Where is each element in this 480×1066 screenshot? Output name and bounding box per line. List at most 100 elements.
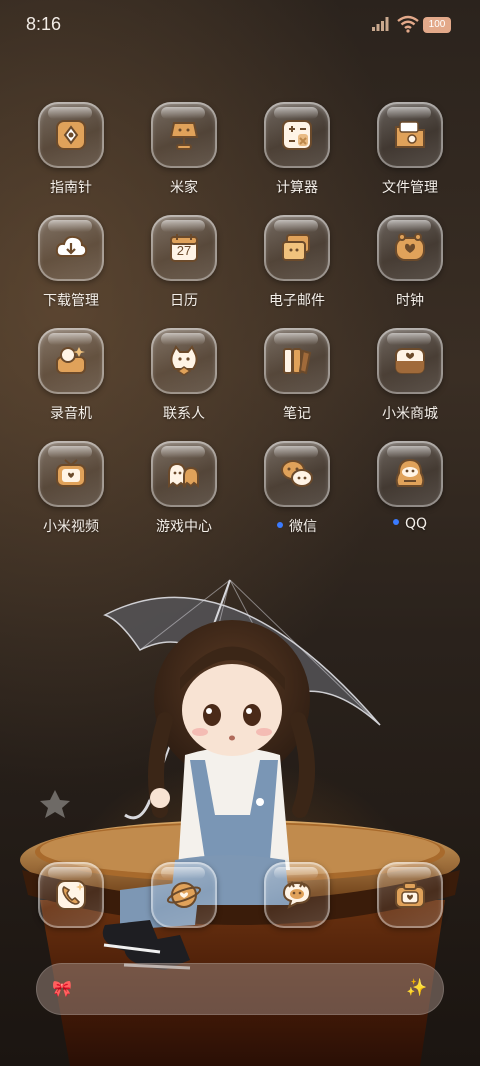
notification-dot xyxy=(277,522,283,528)
app-label: 米家 xyxy=(129,177,239,197)
app-label: 小米商城 xyxy=(355,403,465,423)
app-icon-bubble[interactable] xyxy=(377,328,443,394)
calculator-icon xyxy=(282,120,312,150)
app-label-text: 小米商城 xyxy=(382,406,438,422)
app-qq-penguin[interactable]: QQ xyxy=(355,441,465,541)
app-wechat[interactable]: 微信 xyxy=(242,441,352,541)
recorder-icon xyxy=(56,347,86,374)
app-icon-bubble[interactable] xyxy=(377,441,443,507)
app-label: 小米视频 xyxy=(16,516,126,536)
app-icon-bubble[interactable]: 27 xyxy=(151,215,217,281)
dock-phone-app[interactable] xyxy=(38,862,104,928)
app-label: 下载管理 xyxy=(16,290,126,310)
status-bar: 8:16 100 xyxy=(0,0,480,52)
app-folder[interactable]: 文件管理 xyxy=(355,102,465,202)
app-icon-bubble[interactable] xyxy=(151,441,217,507)
app-label: 笔记 xyxy=(242,403,352,423)
app-label: QQ xyxy=(355,516,465,532)
battery-indicator: 100 xyxy=(423,17,451,33)
app-label: 电子邮件 xyxy=(242,290,352,310)
app-label-text: 文件管理 xyxy=(382,180,438,196)
app-icon-bubble[interactable] xyxy=(377,215,443,281)
app-clock[interactable]: 时钟 xyxy=(355,215,465,315)
app-icon-bubble[interactable] xyxy=(264,102,330,168)
app-icon-bubble[interactable] xyxy=(151,328,217,394)
messages-icon xyxy=(282,881,312,909)
ghost-icon xyxy=(168,462,199,489)
app-icon-bubble[interactable] xyxy=(264,215,330,281)
app-icon-bubble[interactable] xyxy=(38,862,104,928)
app-icon-bubble[interactable] xyxy=(38,102,104,168)
app-store[interactable]: 小米商城 xyxy=(355,328,465,428)
dock-messages-app[interactable] xyxy=(264,862,330,928)
bow-icon: 🎀 xyxy=(52,979,72,998)
wifi-icon xyxy=(397,15,419,33)
dock-camera-app[interactable] xyxy=(377,862,443,928)
app-label-text: 电子邮件 xyxy=(269,293,325,309)
notification-dot xyxy=(392,519,399,525)
app-label: 日历 xyxy=(129,290,239,310)
app-lamp[interactable]: 米家 xyxy=(129,102,239,202)
app-calculator[interactable]: 计算器 xyxy=(242,102,352,202)
app-icon-bubble[interactable] xyxy=(377,102,443,168)
wechat-icon xyxy=(281,460,313,487)
app-tv[interactable]: 小米视频 xyxy=(16,441,126,541)
app-notes[interactable]: 笔记 xyxy=(242,328,352,428)
app-icon-bubble[interactable] xyxy=(264,862,330,928)
app-contacts[interactable]: 联系人 xyxy=(129,328,239,428)
app-label: 录音机 xyxy=(16,403,126,423)
app-label-text: 米家 xyxy=(170,180,198,196)
app-label-text: 指南针 xyxy=(50,180,92,196)
app-icon-bubble[interactable] xyxy=(38,215,104,281)
clock-icon xyxy=(395,233,425,261)
contacts-icon xyxy=(170,345,198,376)
app-label-text: 小米视频 xyxy=(43,519,99,535)
notes-icon xyxy=(283,348,312,375)
mail-icon xyxy=(282,234,310,261)
app-label-text: 联系人 xyxy=(163,406,205,422)
app-icon-bubble[interactable] xyxy=(151,102,217,168)
app-label-text: 录音机 xyxy=(50,406,92,422)
app-label: 联系人 xyxy=(129,403,239,423)
qq-penguin-icon xyxy=(395,458,425,487)
app-icon-bubble[interactable] xyxy=(151,862,217,928)
store-icon xyxy=(395,348,425,374)
signal-icon xyxy=(372,17,389,31)
lamp-icon xyxy=(169,122,199,150)
app-label-text: 日历 xyxy=(170,293,198,309)
dock-browser-app[interactable] xyxy=(151,862,217,928)
sparkle-icon[interactable]: ✨ xyxy=(406,977,428,999)
phone-icon xyxy=(56,880,86,910)
app-label-text: 笔记 xyxy=(283,406,311,422)
folder-icon xyxy=(395,121,425,148)
app-label: 时钟 xyxy=(355,290,465,310)
app-icon-bubble[interactable] xyxy=(38,441,104,507)
app-download-cloud[interactable]: 下载管理 xyxy=(16,215,126,315)
app-icon-bubble[interactable] xyxy=(264,328,330,394)
app-label-text: 计算器 xyxy=(276,180,318,196)
app-label-text: QQ xyxy=(404,516,428,532)
app-icon-bubble[interactable] xyxy=(38,328,104,394)
camera-icon xyxy=(395,882,425,908)
app-calendar[interactable]: 27 日历 xyxy=(129,215,239,315)
app-icon-bubble[interactable] xyxy=(264,441,330,507)
app-mail[interactable]: 电子邮件 xyxy=(242,215,352,315)
app-compass[interactable]: 指南针 xyxy=(16,102,126,202)
calendar-day: 27 xyxy=(176,243,192,258)
compass-icon xyxy=(56,120,86,150)
app-label: 文件管理 xyxy=(355,177,465,197)
app-label: 游戏中心 xyxy=(129,516,239,536)
app-icon-bubble[interactable] xyxy=(377,862,443,928)
app-label-text: 游戏中心 xyxy=(156,519,212,535)
app-label: 计算器 xyxy=(242,177,352,197)
page-indicator[interactable] xyxy=(256,798,264,806)
app-label: 指南针 xyxy=(16,177,126,197)
app-ghost[interactable]: 游戏中心 xyxy=(129,441,239,541)
app-recorder[interactable]: 录音机 xyxy=(16,328,126,428)
browser-icon xyxy=(166,882,202,908)
app-label-text: 下载管理 xyxy=(43,293,99,309)
app-label-text: 时钟 xyxy=(396,293,424,309)
status-time: 8:16 xyxy=(26,14,62,34)
app-label-text: 微信 xyxy=(289,519,317,535)
search-bar[interactable]: 🎀 ✨ xyxy=(36,963,444,1015)
